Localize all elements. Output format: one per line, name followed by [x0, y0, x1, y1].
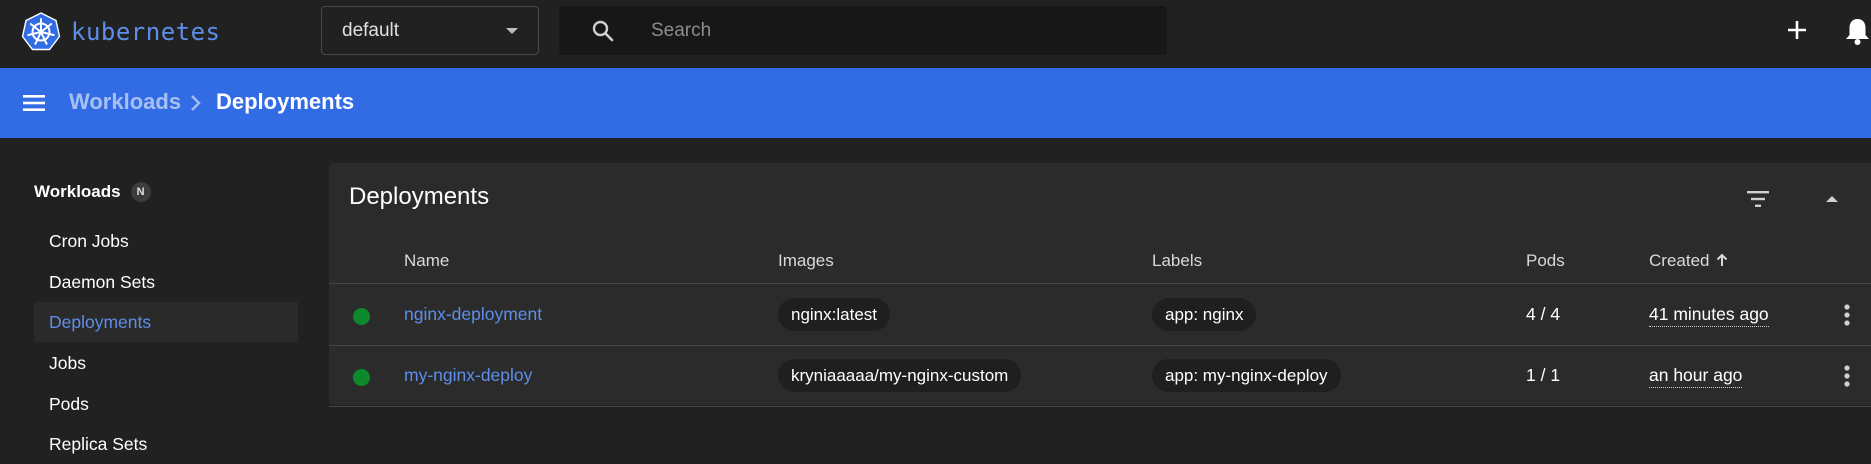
top-toolbar: kubernetes default — [0, 0, 1871, 68]
namespace-value: default — [342, 19, 400, 41]
deployment-name-link[interactable]: nginx-deployment — [404, 304, 542, 325]
column-header-name[interactable]: Name — [404, 251, 449, 271]
column-header-pods: Pods — [1526, 251, 1565, 270]
sidebar-item-label: Deployments — [49, 311, 152, 332]
brand[interactable]: kubernetes — [20, 10, 221, 54]
sidebar-item-label: Cron Jobs — [49, 230, 129, 251]
image-chip: kryniaaaaa/my-nginx-custom — [778, 359, 1022, 392]
search-input[interactable] — [651, 6, 1151, 55]
sidebar: Workloads N Cron Jobs Daemon Sets Deploy… — [0, 138, 318, 454]
dropdown-arrow-icon — [506, 28, 518, 34]
status-running-icon — [353, 369, 370, 386]
status-running-icon — [353, 308, 370, 325]
pods-count: 1 / 1 — [1526, 365, 1561, 385]
sidebar-item-pods[interactable]: Pods — [34, 384, 298, 424]
bell-icon[interactable] — [1844, 16, 1871, 46]
deployment-name-link[interactable]: my-nginx-deploy — [404, 365, 532, 386]
column-header-created[interactable]: Created — [1649, 251, 1729, 271]
filter-icon[interactable] — [1744, 185, 1772, 213]
sidebar-item-cron-jobs[interactable]: Cron Jobs — [34, 221, 298, 261]
sidebar-item-label: Daemon Sets — [49, 271, 156, 292]
sidebar-item-replica-sets[interactable]: Replica Sets — [34, 424, 298, 464]
breadcrumb-parent[interactable]: Workloads — [69, 89, 181, 115]
more-vert-icon[interactable] — [1834, 302, 1860, 328]
search-icon — [592, 20, 614, 42]
brand-name: kubernetes — [71, 18, 221, 46]
table-row: nginx-deployment nginx:latest app: nginx… — [329, 285, 1871, 346]
sidebar-item-jobs[interactable]: Jobs — [34, 343, 298, 383]
namespace-select[interactable]: default — [321, 6, 539, 55]
sidebar-item-label: Pods — [49, 393, 89, 414]
sidebar-item-deployments[interactable]: Deployments — [34, 302, 298, 342]
more-vert-icon[interactable] — [1834, 363, 1860, 389]
image-chip: nginx:latest — [778, 298, 890, 331]
sidebar-group-label: Workloads — [34, 182, 121, 201]
collapse-icon[interactable] — [1818, 185, 1846, 213]
sort-arrow-up-icon — [1717, 253, 1728, 266]
table-row: my-nginx-deploy kryniaaaaa/my-nginx-cust… — [329, 346, 1871, 407]
column-header-created-label: Created — [1649, 251, 1710, 270]
sidebar-item-label: Replica Sets — [49, 433, 148, 454]
menu-icon[interactable] — [22, 91, 46, 115]
namespaced-badge: N — [130, 182, 151, 202]
sidebar-item-daemon-sets[interactable]: Daemon Sets — [34, 262, 298, 302]
created-time: an hour ago — [1649, 365, 1743, 388]
deployments-card: Deployments Name Images Labels Pods Crea… — [329, 163, 1871, 407]
label-chip: app: nginx — [1152, 298, 1257, 331]
plus-icon[interactable] — [1783, 16, 1811, 44]
sidebar-item-label: Jobs — [49, 352, 86, 373]
sidebar-group-workloads[interactable]: Workloads N — [34, 182, 151, 202]
card-title: Deployments — [349, 183, 490, 210]
breadcrumb-bar: Workloads Deployments — [0, 68, 1871, 138]
chevron-right-icon — [191, 95, 201, 111]
created-time: 41 minutes ago — [1649, 304, 1769, 327]
search-bar[interactable] — [559, 6, 1167, 55]
pods-count: 4 / 4 — [1526, 304, 1561, 324]
kubernetes-logo-icon — [21, 12, 61, 51]
table-header: Name Images Labels Pods Created — [329, 241, 1871, 284]
label-chip: app: my-nginx-deploy — [1152, 359, 1341, 392]
breadcrumb-current: Deployments — [216, 89, 355, 114]
column-header-labels: Labels — [1152, 251, 1203, 270]
column-header-images: Images — [778, 251, 834, 270]
